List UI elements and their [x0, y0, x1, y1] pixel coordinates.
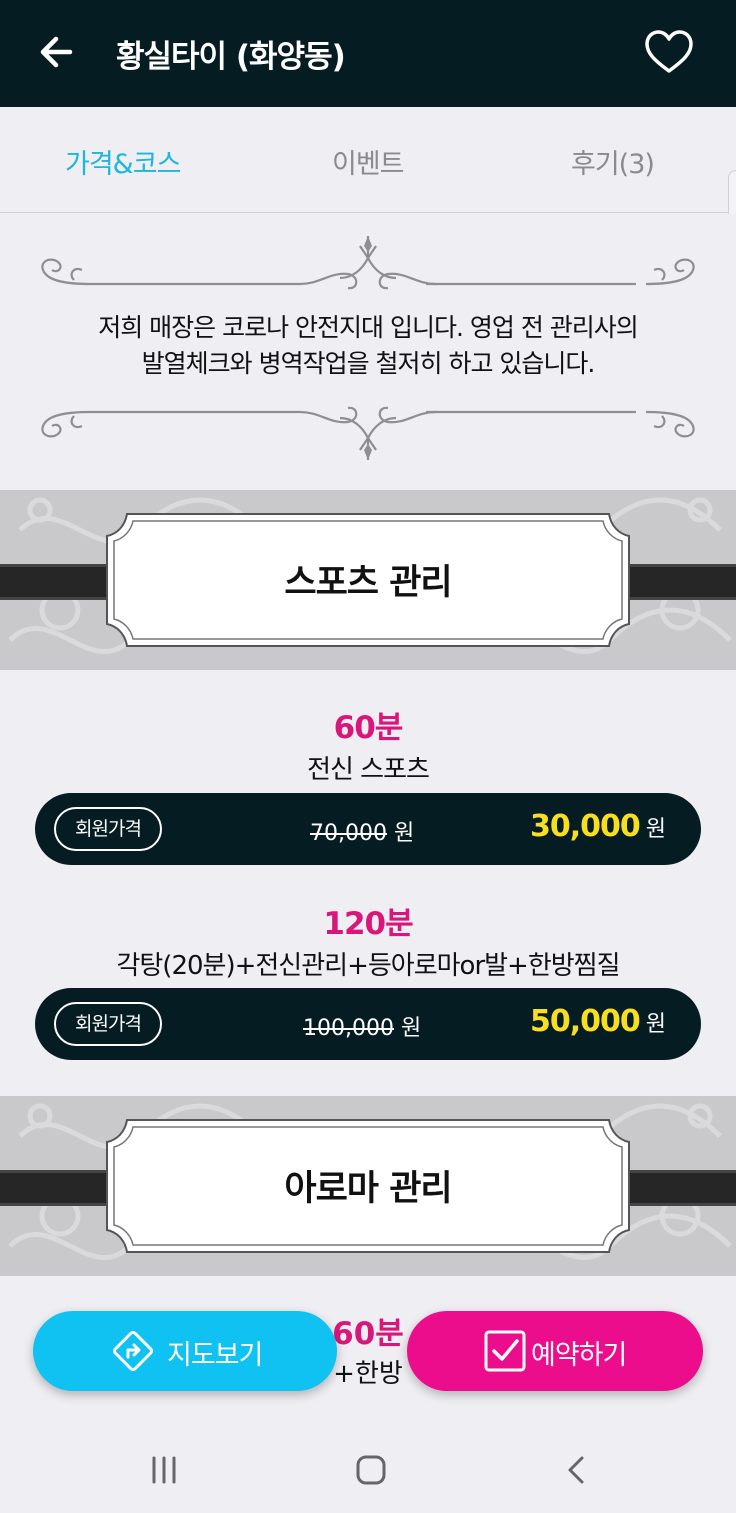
original-price-value: 100,000 — [303, 1016, 394, 1041]
member-price-badge: 회원가격 — [54, 1002, 162, 1046]
course-item: 60분 전신 스포츠 — [0, 702, 736, 786]
page-title: 황실타이 (화양동) — [116, 39, 346, 75]
ornament-top-icon — [41, 236, 695, 290]
section-banner-aroma: 아로마 관리 — [0, 1096, 736, 1276]
course-description: 각탕(20분)+전신관리+등아로마or발+한방찜질 — [116, 951, 620, 981]
ornament-bottom-icon — [41, 406, 695, 460]
original-price: 70,000 원 — [310, 815, 414, 847]
book-button-label: 예약하기 — [531, 1340, 627, 1371]
member-price-unit: 원 — [645, 817, 666, 842]
member-price-unit: 원 — [645, 1012, 666, 1037]
tab-price-course[interactable]: 가격&코스 — [65, 142, 181, 181]
directions-icon — [112, 1330, 154, 1372]
member-price: 50,000 원 — [529, 1004, 666, 1039]
back-icon[interactable] — [562, 1454, 592, 1486]
member-price: 30,000 원 — [529, 809, 666, 844]
notice-text: 저희 매장은 코로나 안전지대 입니다. 영업 전 관리사의 발열체크와 병역작… — [0, 310, 736, 382]
heart-icon[interactable] — [644, 28, 694, 78]
notice-panel: 저희 매장은 코로나 안전지대 입니다. 영업 전 관리사의 발열체크와 병역작… — [0, 214, 736, 490]
tab-event[interactable]: 이벤트 — [332, 142, 405, 181]
original-price: 100,000 원 — [303, 1010, 421, 1042]
original-price-value: 70,000 — [310, 821, 387, 846]
recent-apps-icon[interactable] — [146, 1454, 182, 1486]
arrow-left-icon[interactable] — [36, 30, 80, 74]
original-price-unit: 원 — [400, 1016, 422, 1041]
price-bar: 회원가격 100,000 원 50,000 원 — [35, 988, 701, 1060]
tab-bar: 가격&코스 이벤트 후기(3) — [0, 107, 736, 213]
course-description: 전신 스포츠 — [307, 755, 430, 785]
member-price-value: 50,000 — [529, 1004, 641, 1039]
section-title: 스포츠 관리 — [284, 563, 452, 603]
map-button[interactable]: 지도보기 — [33, 1311, 337, 1391]
checkbox-icon — [484, 1330, 526, 1372]
member-price-badge: 회원가격 — [54, 807, 162, 851]
tab-reviews[interactable]: 후기(3) — [571, 142, 655, 181]
section-banner-sports: 스포츠 관리 — [0, 490, 736, 670]
original-price-unit: 원 — [393, 821, 415, 846]
app-bar: 황실타이 (화양동) — [0, 0, 736, 107]
price-bar: 회원가격 70,000 원 30,000 원 — [35, 793, 701, 865]
member-price-value: 30,000 — [529, 809, 641, 844]
home-icon[interactable] — [354, 1454, 388, 1486]
book-button[interactable]: 예약하기 — [407, 1311, 703, 1391]
system-nav-bar — [0, 1426, 736, 1513]
course-duration: 120분 — [323, 906, 413, 942]
notice-line-1: 저희 매장은 코로나 안전지대 입니다. 영업 전 관리사의 — [98, 313, 639, 342]
notice-line-2: 발열체크와 병역작업을 철저히 하고 있습니다. — [141, 349, 596, 378]
map-button-label: 지도보기 — [167, 1340, 263, 1371]
course-item: 120분 각탕(20분)+전신관리+등아로마or발+한방찜질 — [0, 898, 736, 982]
course-duration: 60분 — [333, 710, 404, 746]
section-title: 아로마 관리 — [284, 1169, 452, 1209]
